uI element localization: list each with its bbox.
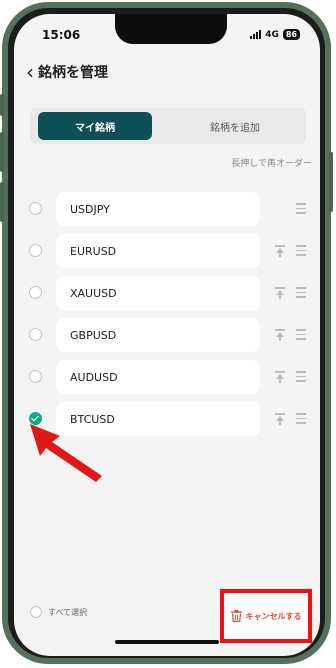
status-time: 15:06	[42, 28, 81, 42]
signal-icon	[250, 30, 262, 39]
trash-icon	[230, 610, 242, 622]
pin-to-top-icon[interactable]	[274, 411, 286, 427]
symbol-card[interactable]: AUDUSD	[56, 360, 260, 394]
symbol-row: XAUUSD	[14, 276, 320, 310]
symbol-card[interactable]: GBPUSD	[56, 318, 260, 352]
drag-handle-icon[interactable]	[296, 329, 306, 341]
drag-handle-icon[interactable]	[296, 371, 306, 383]
drag-handle-icon[interactable]	[296, 245, 306, 257]
page-title: 銘柄を管理	[38, 65, 108, 81]
symbol-checkbox[interactable]	[29, 328, 42, 341]
screen: 15:06 4G 86 ‹ 銘柄を管理 マイ銘柄 銘柄を追加 長押しで再オーダー…	[14, 14, 320, 656]
status-bar: 15:06 4G 86	[14, 28, 320, 46]
home-indicator	[115, 640, 219, 644]
tab-add-symbols[interactable]: 銘柄を追加	[170, 112, 300, 140]
pin-to-top-icon[interactable]	[274, 327, 286, 343]
symbol-checkbox[interactable]	[29, 286, 42, 299]
symbol-checkbox[interactable]	[29, 202, 42, 215]
drag-handle-icon[interactable]	[296, 413, 306, 425]
tab-my-symbols[interactable]: マイ銘柄	[38, 112, 152, 140]
symbol-card[interactable]: USDJPY	[56, 192, 260, 226]
select-all-radio[interactable]	[30, 606, 42, 618]
cancel-label: キャンセルする	[245, 611, 302, 621]
pin-to-top-icon[interactable]	[274, 369, 286, 385]
symbol-checkbox[interactable]	[29, 244, 42, 257]
back-icon[interactable]: ‹	[26, 62, 34, 82]
tab-bar: マイ銘柄 銘柄を追加	[30, 108, 306, 144]
select-all[interactable]: すべて選択	[30, 606, 87, 618]
pin-to-top-icon[interactable]	[274, 243, 286, 259]
pin-to-top-icon[interactable]	[274, 285, 286, 301]
symbol-row: USDJPY	[14, 192, 320, 226]
cancel-button[interactable]: キャンセルする	[220, 589, 312, 643]
battery-icon: 86	[282, 29, 300, 40]
select-all-label: すべて選択	[48, 607, 88, 617]
drag-handle-icon[interactable]	[296, 203, 306, 215]
symbol-name: XAUUSD	[70, 286, 117, 300]
symbol-name: AUDUSD	[70, 370, 118, 384]
symbol-name: EURUSD	[70, 244, 117, 258]
reorder-hint: 長押しで再オーダー	[231, 159, 312, 169]
symbol-row: AUDUSD	[14, 360, 320, 394]
power-button	[329, 152, 333, 212]
symbol-name: USDJPY	[70, 202, 110, 216]
drag-handle-icon[interactable]	[296, 287, 306, 299]
symbol-row: GBPUSD	[14, 318, 320, 352]
volume-down-button	[0, 182, 4, 222]
symbol-checkbox[interactable]	[29, 370, 42, 383]
symbol-name: GBPUSD	[70, 328, 117, 342]
symbol-card[interactable]: XAUUSD	[56, 276, 260, 310]
arrow-annotation-icon	[30, 424, 102, 482]
mute-switch	[0, 94, 4, 116]
volume-up-button	[0, 132, 4, 172]
page-header: ‹ 銘柄を管理	[26, 62, 108, 82]
symbol-row: EURUSD	[14, 234, 320, 268]
symbol-card[interactable]: EURUSD	[56, 234, 260, 268]
network-type: 4G	[265, 29, 279, 40]
